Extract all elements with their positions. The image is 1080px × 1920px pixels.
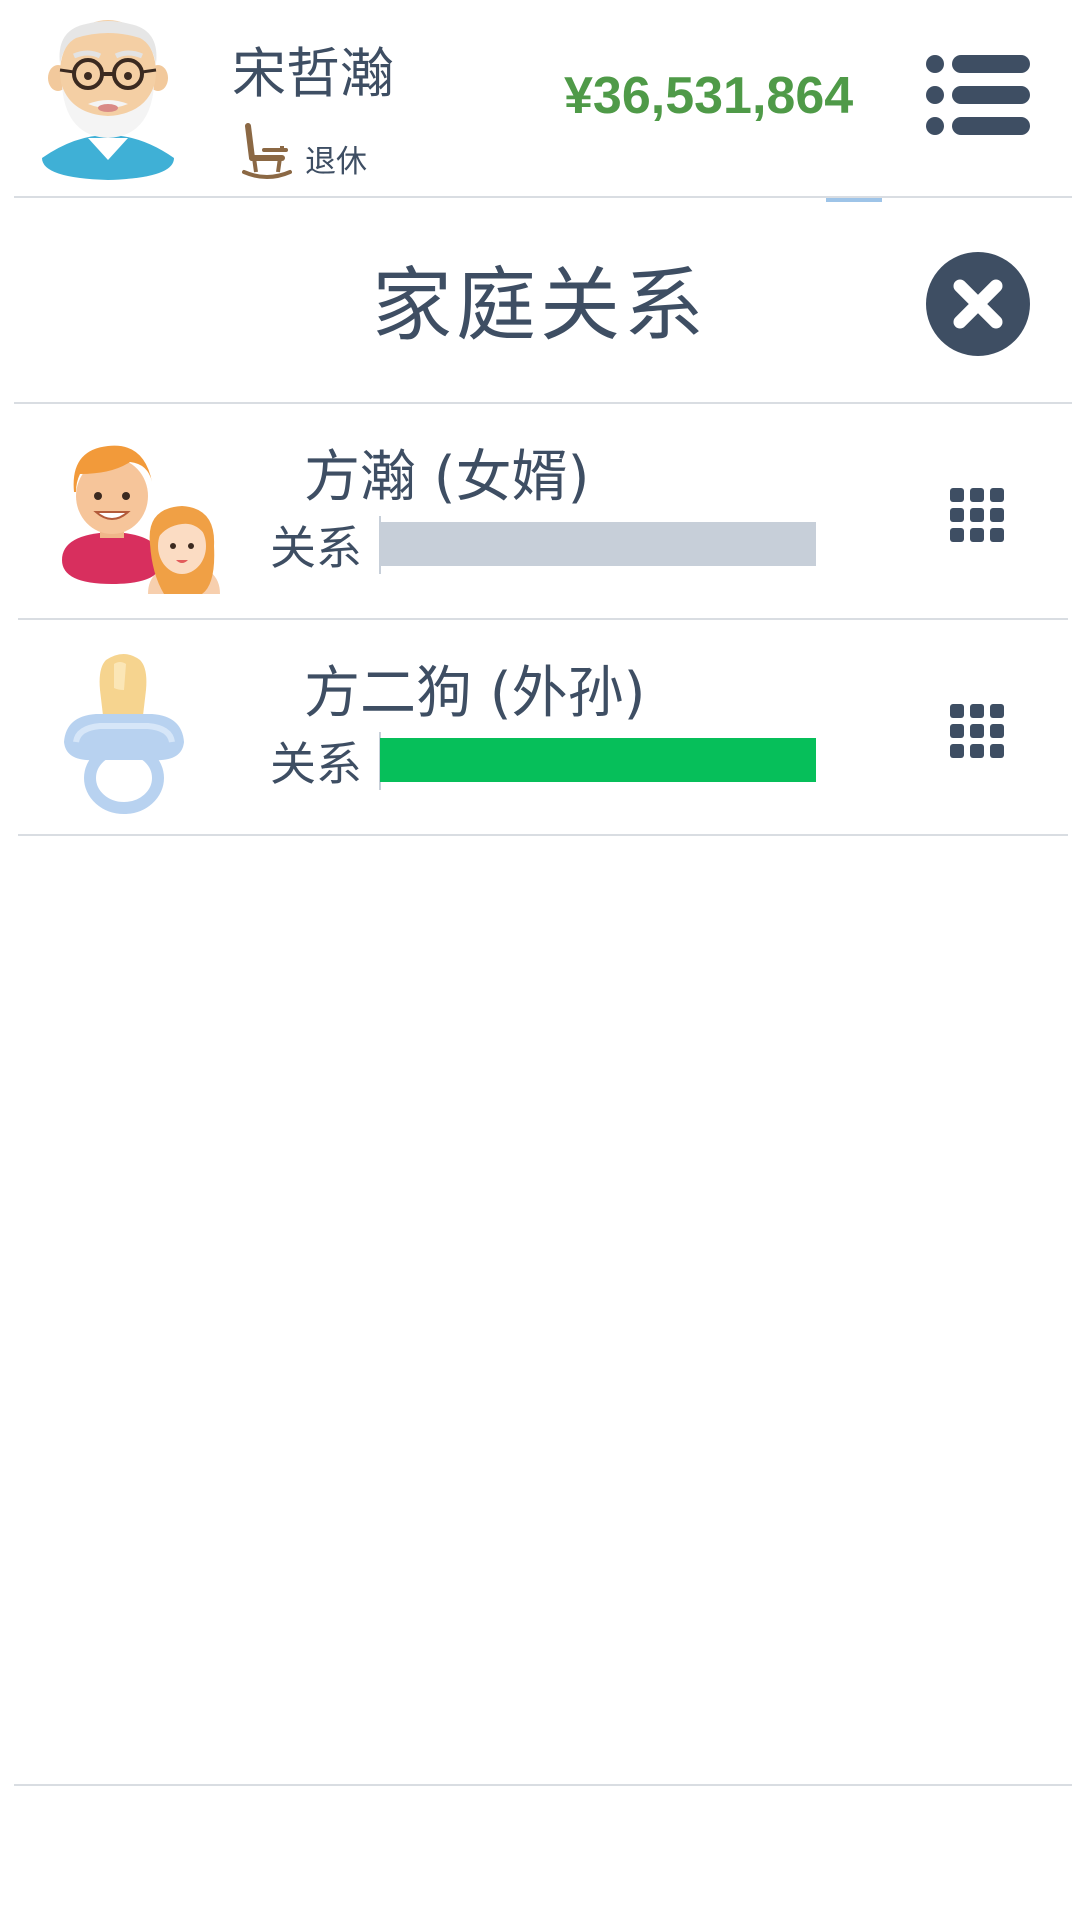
header: 宋哲瀚 退休 ¥36,531,864 <box>0 0 1080 202</box>
relation-bar-fill <box>380 738 816 782</box>
app-screen: 宋哲瀚 退休 ¥36,531,864 家庭关系 方瀚 (女婿) 关系 方二狗 (… <box>0 0 1080 1920</box>
relation-row[interactable]: 方瀚 (女婿) 关系 <box>0 404 1080 620</box>
relation-name: 方瀚 (女婿) <box>304 445 590 510</box>
relation-list: 方瀚 (女婿) 关系 方二狗 (外孙) 关系 <box>0 404 1080 836</box>
close-icon[interactable] <box>926 252 1030 356</box>
pacifier-avatar-icon <box>56 650 226 814</box>
player-name: 宋哲瀚 <box>232 42 394 105</box>
row-divider <box>18 834 1068 836</box>
relation-bar <box>380 522 816 566</box>
relation-label: 关系 <box>270 521 362 575</box>
money-balance: ¥36,531,864 <box>564 67 854 125</box>
relation-row[interactable]: 方二狗 (外孙) 关系 <box>0 620 1080 836</box>
rocking-chair-icon <box>242 122 292 184</box>
bottom-divider <box>14 1784 1072 1786</box>
old-man-avatar-icon[interactable] <box>36 16 180 180</box>
header-divider <box>14 196 1072 198</box>
status-text: 退休 <box>305 144 367 180</box>
relation-bar <box>380 738 816 782</box>
couple-avatar-icon <box>56 434 226 598</box>
relation-name: 方二狗 (外孙) <box>304 661 646 726</box>
tab-indicator <box>826 198 882 202</box>
relation-label: 关系 <box>270 737 362 791</box>
grid-menu-icon[interactable] <box>950 704 1004 758</box>
list-menu-icon[interactable] <box>926 54 1030 136</box>
grid-menu-icon[interactable] <box>950 488 1004 542</box>
page-title: 家庭关系 <box>372 259 708 352</box>
